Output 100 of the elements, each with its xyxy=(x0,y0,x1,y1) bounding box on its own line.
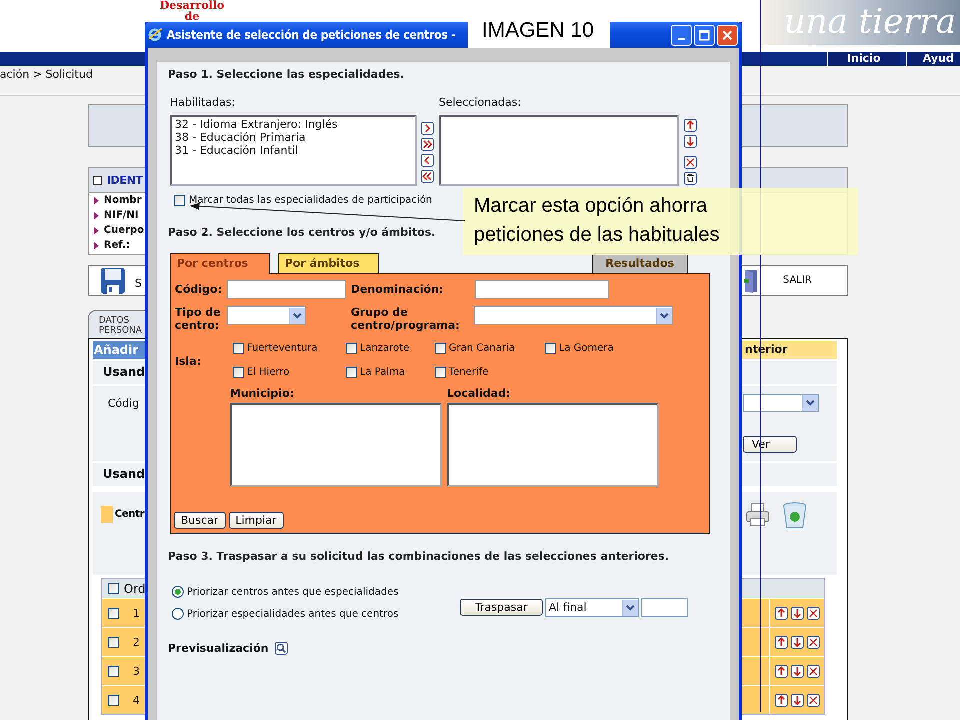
radio-label[interactable]: Priorizar centros antes que especialidades xyxy=(187,586,399,598)
checkbox[interactable] xyxy=(174,195,185,206)
selected-list[interactable] xyxy=(439,115,679,186)
triangle-bullet-icon xyxy=(94,242,99,250)
triangle-bullet-icon xyxy=(94,226,99,234)
tab[interactable]: Por ámbitos xyxy=(278,253,379,273)
step-heading: Paso 1. Seleccione las especialidades. xyxy=(168,68,404,82)
close-icon xyxy=(722,30,733,40)
triangle-bullet-icon xyxy=(94,196,99,204)
list-label: Habilitadas: xyxy=(170,96,236,109)
door-icon[interactable] xyxy=(744,268,758,292)
checkbox[interactable] xyxy=(233,366,244,378)
legend-swatch xyxy=(101,506,113,523)
nav-link[interactable]: Inicio xyxy=(827,52,900,66)
move-down-icon[interactable] xyxy=(791,636,804,648)
organization-title: Desarrollo de xyxy=(160,0,224,22)
select-field[interactable] xyxy=(474,306,673,325)
move-down-icon[interactable] xyxy=(791,606,804,620)
close-button[interactable] xyxy=(717,24,738,46)
save-label[interactable]: S xyxy=(135,277,142,290)
list-item[interactable]: 32 - Idioma Extranjero: Inglés xyxy=(175,118,412,131)
radio-button[interactable] xyxy=(172,608,184,620)
double-chevron-right-icon[interactable] xyxy=(421,138,434,151)
move-down-icon[interactable] xyxy=(791,694,804,706)
move-up-icon[interactable] xyxy=(775,606,788,620)
tab[interactable]: Por centros xyxy=(170,253,270,274)
minimize-icon xyxy=(678,38,685,40)
checkbox-label[interactable]: La Palma xyxy=(360,366,406,378)
minimize-button[interactable] xyxy=(671,24,692,46)
move-up-icon[interactable] xyxy=(775,694,788,706)
field-label: Cuerpo xyxy=(104,225,144,236)
position-select[interactable]: Al final xyxy=(545,598,639,617)
row-number: 1 xyxy=(133,606,140,620)
checkbox-label[interactable]: Fuerteventura xyxy=(247,342,318,354)
form-button[interactable]: Limpiar xyxy=(228,512,284,529)
move-up-icon[interactable] xyxy=(775,664,788,678)
field-label: Denominación: xyxy=(351,283,445,296)
banner-logo: una tierra xyxy=(760,0,960,45)
field-label: Localidad: xyxy=(447,387,512,400)
row-number: 4 xyxy=(133,694,140,706)
delete-icon[interactable] xyxy=(807,694,820,706)
move-down-icon[interactable] xyxy=(684,135,697,148)
delete-icon[interactable] xyxy=(807,606,820,620)
name-input[interactable] xyxy=(475,280,609,299)
browser-logo-icon xyxy=(147,27,163,43)
square-icon xyxy=(93,176,102,184)
delete-icon[interactable] xyxy=(684,156,697,169)
checkbox[interactable] xyxy=(233,342,244,354)
move-up-icon[interactable] xyxy=(684,119,697,132)
exit-button[interactable]: SALIR xyxy=(783,275,812,286)
printer-icon[interactable] xyxy=(745,502,771,528)
maximize-button[interactable] xyxy=(694,24,715,46)
row-checkbox[interactable] xyxy=(108,636,119,648)
delete-icon[interactable] xyxy=(807,636,820,648)
row-checkbox[interactable] xyxy=(108,694,119,706)
checkbox-label[interactable]: El Hierro xyxy=(247,366,290,378)
triangle-bullet-icon xyxy=(94,212,99,220)
window-title: Asistente de selección de peticiones de centros - xyxy=(167,28,456,42)
checkbox[interactable] xyxy=(545,342,556,354)
checkbox[interactable] xyxy=(435,342,446,354)
checkbox-label[interactable]: Marcar todas las especialidades de participación xyxy=(189,195,432,206)
code-input[interactable] xyxy=(227,280,346,299)
recycle-bin-icon[interactable] xyxy=(783,502,807,530)
nav-link[interactable]: Ayud xyxy=(906,52,960,66)
checkbox-label[interactable]: Tenerife xyxy=(449,366,489,378)
list-item[interactable]: 38 - Educación Primaria xyxy=(175,131,412,144)
row-checkbox[interactable] xyxy=(108,666,119,676)
radio-button[interactable] xyxy=(172,586,184,598)
tab[interactable]: Resultados xyxy=(592,253,688,273)
maximize-icon xyxy=(699,30,710,40)
select-field[interactable] xyxy=(743,394,819,412)
checkbox[interactable] xyxy=(346,342,357,354)
magnifier-icon[interactable] xyxy=(274,642,288,655)
checkbox-label[interactable]: Gran Canaria xyxy=(449,342,516,354)
locality-list[interactable] xyxy=(447,403,659,487)
row-number: 2 xyxy=(133,636,140,648)
municipality-list[interactable] xyxy=(230,403,442,487)
double-chevron-left-icon[interactable] xyxy=(421,170,434,183)
delete-icon[interactable] xyxy=(807,664,820,678)
field-label: Nombr xyxy=(104,195,142,206)
row-number: 3 xyxy=(133,664,140,678)
radio-label[interactable]: Priorizar especialidades antes que centros xyxy=(187,608,399,620)
select-all-checkbox[interactable] xyxy=(108,583,119,594)
form-button[interactable]: Buscar xyxy=(174,512,226,529)
transfer-button[interactable]: Traspasar xyxy=(460,599,543,616)
checkbox-label[interactable]: Lanzarote xyxy=(360,342,410,354)
list-item[interactable]: 31 - Educación Infantil xyxy=(175,144,412,157)
move-up-icon[interactable] xyxy=(775,636,788,648)
callout-note: Marcar esta opción ahorra peticiones de las habituales xyxy=(473,194,721,248)
checkbox[interactable] xyxy=(435,366,446,378)
checkbox-label[interactable]: La Gomera xyxy=(559,342,614,354)
chevron-right-icon[interactable] xyxy=(421,122,434,135)
trash-icon[interactable] xyxy=(684,172,697,185)
select-field[interactable] xyxy=(227,306,306,325)
chevron-left-icon[interactable] xyxy=(421,154,434,167)
available-list[interactable]: 32 - Idioma Extranjero: Inglés 38 - Educación Primaria 31 - Educación Infantil xyxy=(170,115,417,186)
row-checkbox[interactable] xyxy=(108,608,119,618)
move-down-icon[interactable] xyxy=(791,664,804,678)
checkbox[interactable] xyxy=(346,366,357,378)
position-input[interactable] xyxy=(641,598,688,617)
